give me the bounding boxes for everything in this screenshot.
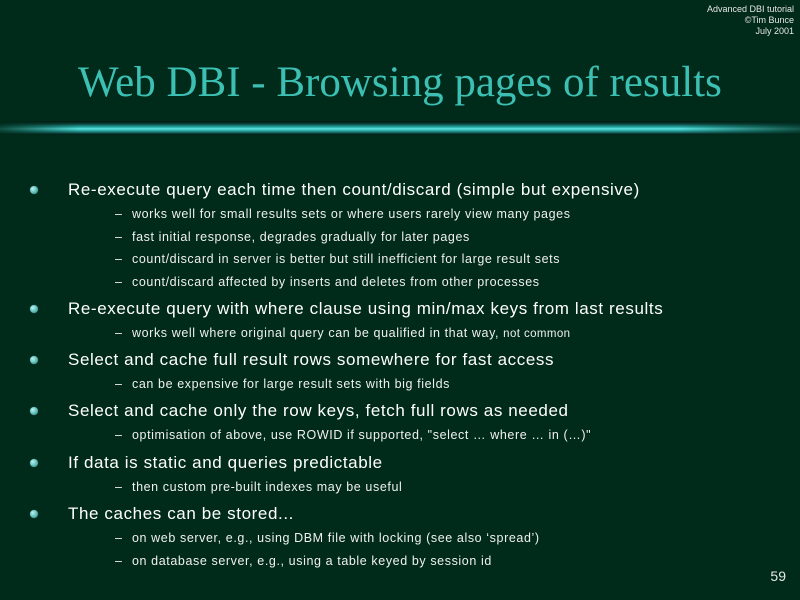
sub-bullet-note: not common <box>503 328 571 340</box>
sub-bullet-dash: – <box>115 377 123 391</box>
slide: Advanced DBI tutorial ©Tim Bunce July 20… <box>0 0 800 600</box>
bullet-text: Select and cache only the row keys, fetc… <box>68 401 569 420</box>
bullet-text: Re-execute query each time then count/di… <box>68 180 640 199</box>
bullet-text: Select and cache full result rows somewh… <box>68 350 555 369</box>
sub-bullet-text: fast initial response, degrades graduall… <box>132 230 470 244</box>
sub-bullet-dash: – <box>115 531 123 545</box>
sub-bullet-text: then custom pre-built indexes may be use… <box>132 480 403 494</box>
sub-bullet-dash: – <box>115 252 123 266</box>
sub-bullet-text: can be expensive for large result sets w… <box>132 377 450 391</box>
slide-content: Re-execute query each time then count/di… <box>0 0 800 600</box>
bullet-text: Re-execute query with where clause using… <box>68 299 664 318</box>
bullet-dot-icon <box>30 186 38 194</box>
bullet-dot-icon <box>30 510 38 518</box>
sub-bullet-text: count/discard affected by inserts and de… <box>132 275 540 289</box>
sub-bullet-dash: – <box>115 554 123 568</box>
page-number: 59 <box>770 568 786 584</box>
bullet-dot-icon <box>30 459 38 467</box>
sub-bullet-text: on web server, e.g., using DBM file with… <box>132 531 540 545</box>
sub-bullet-dash: – <box>115 230 123 244</box>
bullet-dot-icon <box>30 407 38 415</box>
sub-bullet-dash: – <box>115 480 123 494</box>
sub-bullet-text: on database server, e.g., using a table … <box>132 554 492 568</box>
sub-bullet-text: works well for small results sets or whe… <box>132 207 571 221</box>
sub-bullet-dash: – <box>115 207 123 221</box>
sub-bullet-dash: – <box>115 275 123 289</box>
sub-bullet-main: works well where original query can be q… <box>132 326 504 340</box>
bullet-dot-icon <box>30 356 38 364</box>
sub-bullet-text: works well where original query can be q… <box>132 326 570 340</box>
sub-bullet-dash: – <box>115 326 123 340</box>
sub-bullet-text: optimisation of above, use ROWID if supp… <box>132 428 592 442</box>
sub-bullet-text: count/discard in server is better but st… <box>132 252 561 266</box>
sub-bullet-dash: – <box>115 428 123 442</box>
bullet-dot-icon <box>30 305 38 313</box>
bullet-text: The caches can be stored... <box>68 504 294 523</box>
bullet-text: If data is static and queries predictabl… <box>68 453 383 472</box>
